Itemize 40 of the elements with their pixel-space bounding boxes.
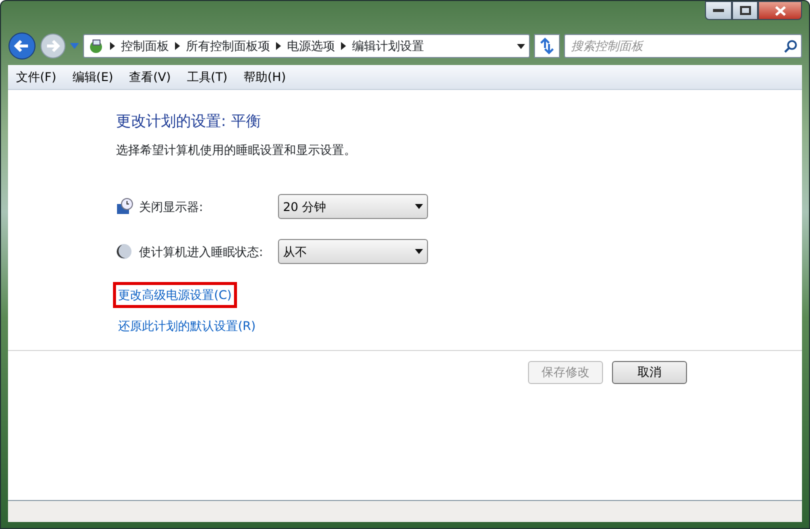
menu-item[interactable]: 工具(T) xyxy=(186,68,228,86)
breadcrumb-item[interactable]: 电源选项 xyxy=(287,37,335,55)
menu-item[interactable]: 文件(F) xyxy=(16,68,56,86)
search-icon xyxy=(784,40,797,52)
menu-item[interactable]: 编辑(E) xyxy=(72,68,114,86)
page-title: 更改计划的设置: 平衡 xyxy=(116,111,262,132)
maximize-icon xyxy=(740,6,750,15)
monitor-clock-icon xyxy=(116,198,133,215)
back-button[interactable] xyxy=(8,32,36,60)
chevron-icon[interactable] xyxy=(110,42,115,50)
breadcrumb-item[interactable]: 控制面板 xyxy=(121,37,169,55)
breadcrumb-item[interactable]: 所有控制面板项 xyxy=(186,37,270,55)
maximize-button[interactable] xyxy=(732,1,758,20)
menu-item[interactable]: 帮助(H) xyxy=(244,68,286,86)
forward-button[interactable] xyxy=(40,33,66,59)
search-box[interactable]: 搜索控制面板 xyxy=(564,34,802,58)
menu-item[interactable]: 查看(V) xyxy=(129,68,171,86)
control-panel-icon xyxy=(88,38,104,54)
breadcrumb-item[interactable]: 编辑计划设置 xyxy=(352,37,424,55)
address-bar[interactable]: 控制面板 所有控制面板项 电源选项 编辑计划设置 xyxy=(83,34,530,58)
close-button[interactable] xyxy=(758,1,802,20)
refresh-button[interactable] xyxy=(534,34,560,58)
cancel-button[interactable]: 取消 xyxy=(612,360,687,384)
setting-label: 使计算机进入睡眠状态: xyxy=(139,244,264,260)
dropdown[interactable]: 从不 xyxy=(278,239,428,264)
moon-icon xyxy=(116,243,133,260)
link[interactable]: 还原此计划的默认设置(R) xyxy=(116,316,258,336)
dropdown-arrow-icon xyxy=(415,204,423,209)
close-icon xyxy=(774,6,786,16)
link[interactable]: 更改高级电源设置(C) xyxy=(116,284,234,304)
chevron-icon[interactable] xyxy=(341,42,346,50)
chevron-icon[interactable] xyxy=(175,42,180,50)
dropdown-arrow-icon xyxy=(415,249,423,254)
minimize-button[interactable] xyxy=(705,1,732,20)
dropdown[interactable]: 20 分钟 xyxy=(278,194,428,219)
dropdown-arrow-icon[interactable] xyxy=(517,44,525,48)
setting-label: 关闭显示器: xyxy=(139,198,204,216)
description-text: 选择希望计算机使用的睡眠设置和显示设置。 xyxy=(116,142,357,158)
minimize-icon xyxy=(713,8,724,12)
chevron-icon[interactable] xyxy=(276,42,281,50)
